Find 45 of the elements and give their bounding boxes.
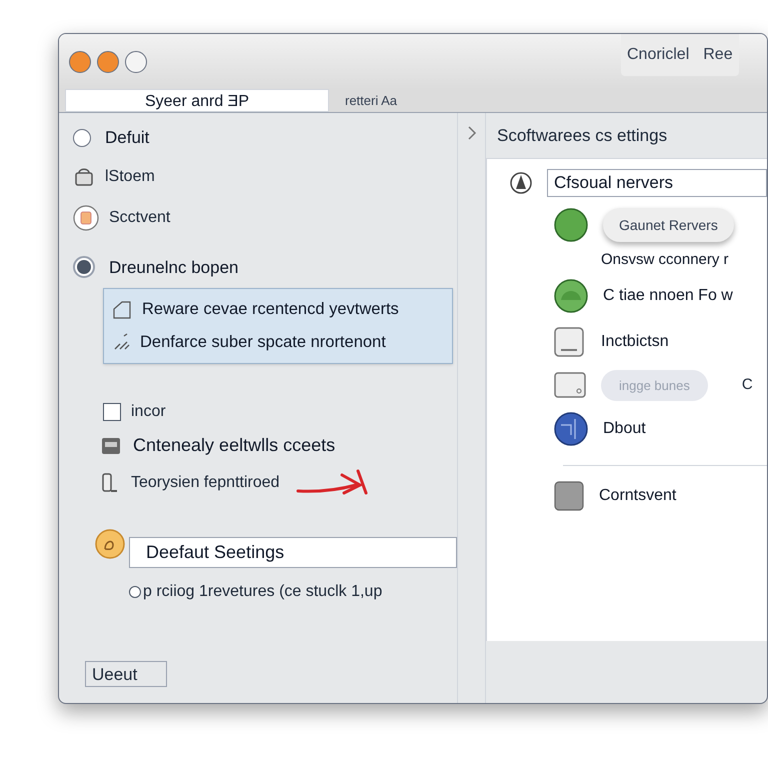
panel-item[interactable]: Dbout xyxy=(603,417,646,441)
window-control-button[interactable] xyxy=(125,50,147,72)
hand-icon xyxy=(95,528,125,558)
globe-icon xyxy=(553,411,589,447)
compass-icon xyxy=(509,171,533,195)
sidebar-item[interactable]: lStoem xyxy=(105,164,155,188)
panel-title: Scoftwarees cs ettings xyxy=(497,124,668,147)
round-app-icon xyxy=(553,207,589,243)
description-text: Onsvsw cconnery r xyxy=(601,250,729,270)
tab[interactable]: retteri Aa xyxy=(343,90,400,112)
window-control-button[interactable] xyxy=(69,50,91,72)
window-control-button[interactable] xyxy=(97,50,119,72)
item-label: C xyxy=(742,375,753,395)
list-item[interactable]: Reware cevae rcentencd yevtwerts xyxy=(142,297,399,322)
list-item[interactable]: Teorysien fepnttiroed xyxy=(131,471,280,495)
list-item[interactable]: Denfarce suber spcate nrortenont xyxy=(140,330,386,355)
search-field[interactable]: Cfsoual nervers xyxy=(547,169,767,197)
toolbar-button[interactable]: Ree xyxy=(703,43,733,67)
document-icon xyxy=(101,436,121,454)
radio-label: Defuit xyxy=(105,127,150,149)
radio-label: p rciiog 1revetures (ce stuclk 1,up xyxy=(143,582,382,602)
tab[interactable]: Syeer anrd ƎP xyxy=(65,89,329,112)
rounded-square-icon xyxy=(553,480,585,512)
radio-button[interactable] xyxy=(73,128,91,147)
chevron-right-icon[interactable] xyxy=(466,125,476,141)
radio-label: Dreunelnc bopen xyxy=(109,256,238,278)
settings-name-field[interactable]: Deefaut Seetings xyxy=(129,537,457,568)
square-in-circle-icon xyxy=(73,204,99,230)
servers-button[interactable]: Gaunet Rervers xyxy=(603,208,734,242)
checkbox-label: incor xyxy=(131,402,166,422)
device-icon xyxy=(101,472,119,494)
drive-icon xyxy=(553,326,587,358)
sidebar-item[interactable]: Scctvent xyxy=(109,206,170,230)
default-button[interactable]: Ueeut xyxy=(85,661,167,687)
radio-button[interactable] xyxy=(129,586,141,598)
checkbox[interactable] xyxy=(103,403,121,421)
dome-circle-icon xyxy=(553,278,589,314)
panel-item[interactable]: C tiae nnoen Fo w xyxy=(603,284,733,308)
blurred-label: ingge bunes xyxy=(601,370,708,401)
radio-button[interactable] xyxy=(73,256,95,278)
panel-item[interactable]: Corntsvent xyxy=(599,484,676,508)
list-item[interactable]: Cntenealy eeltwlls cceets xyxy=(133,432,336,459)
toolbar-button[interactable]: Cnoriclel xyxy=(627,43,690,67)
panel-item[interactable]: Inctbictsn xyxy=(601,330,669,354)
drive-icon xyxy=(553,371,587,400)
